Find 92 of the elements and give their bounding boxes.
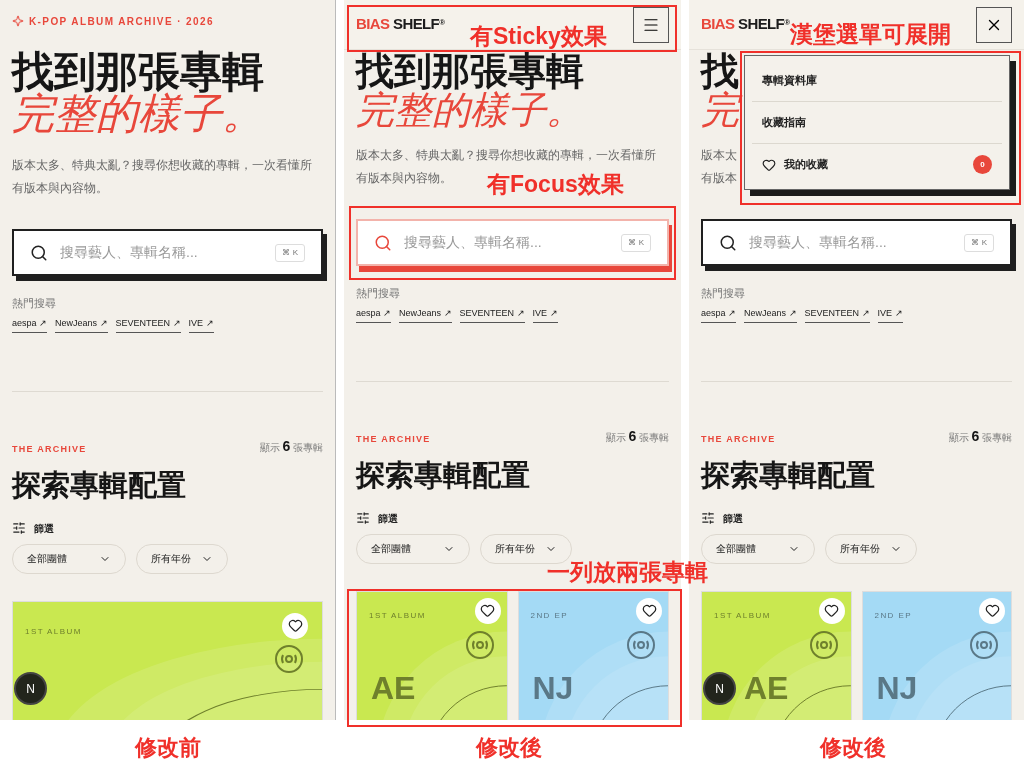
intro-text: 版本太 (701, 147, 737, 164)
count-badge: 0 (973, 155, 992, 174)
search-input[interactable]: 搜尋藝人、專輯名稱... (404, 232, 610, 253)
search-input[interactable]: 搜尋藝人、專輯名稱... (60, 242, 264, 263)
section-title: 探索專輯配置 (701, 457, 876, 493)
menu-item[interactable]: 收藏指南 (752, 102, 1002, 143)
popular-tag[interactable]: aespa ↗ (701, 307, 737, 323)
album-label: 2ND EP (874, 609, 913, 622)
disc-icon (274, 643, 304, 674)
sparkle-icon (12, 15, 24, 27)
annotation-label: 有Sticky效果 (470, 22, 607, 50)
filter-label: 篩選 (723, 511, 743, 526)
disc-icon (808, 629, 839, 660)
heart-icon (480, 603, 495, 618)
cover-title: AE (371, 669, 416, 706)
album-count: 顯示 6 張專輯 (259, 436, 323, 456)
shortcut-hint: ⌘ K (964, 233, 994, 252)
intro-text: 有版本與內容物。 (12, 180, 108, 197)
album-count: 顯示 6 張專輯 (948, 426, 1012, 446)
cover-title: NJ (876, 669, 918, 706)
heart-icon (984, 603, 1000, 618)
disc-icon (969, 629, 999, 660)
shortcut-hint: ⌘ K (275, 243, 305, 262)
heart-icon (762, 157, 776, 172)
caption: 修改前 (135, 733, 201, 762)
popular-tag[interactable]: aespa ↗ (356, 307, 392, 323)
annotation-label: 漢堡選單可展開 (790, 21, 951, 48)
logo[interactable]: BIAS SHELF$^{®}$ (356, 13, 445, 36)
popular-tag[interactable]: IVE ↗ (532, 307, 558, 323)
popular-tag[interactable]: IVE ↗ (188, 317, 214, 333)
hero-title: 找 (701, 52, 739, 90)
search-icon (719, 233, 737, 252)
intro-text: 版本太多、特典太亂？搜尋你想收藏的專輯，一次看懂所 (356, 147, 656, 164)
popular-tag[interactable]: aespa ↗ (12, 317, 48, 333)
hero-subtitle: 完整的樣子。 (12, 93, 264, 136)
filter-label: 篩選 (378, 511, 398, 526)
section-title: 探索專輯配置 (356, 457, 531, 493)
kicker-text: K-POP ALBUM ARCHIVE · 2026 (29, 14, 214, 29)
caption: 修改後 (475, 733, 542, 762)
menu-item[interactable]: 我的收藏 0 (752, 144, 1002, 185)
logo[interactable]: BIAS SHELF$^{®}$ (701, 13, 790, 36)
section-eyebrow: THE ARCHIVE (12, 443, 87, 456)
popular-tag[interactable]: NewJeans ↗ (55, 317, 108, 333)
close-button[interactable] (976, 6, 1012, 43)
menu-item[interactable]: 專輯資料庫 (752, 60, 1002, 101)
intro-text: 有版本與內容物。 (356, 170, 452, 187)
favorite-button[interactable] (282, 612, 308, 639)
popular-tag[interactable]: NewJeans ↗ (744, 307, 797, 323)
album-count: 顯示 6 張專輯 (605, 426, 669, 446)
filter-icon (356, 511, 370, 525)
menu-button[interactable] (633, 6, 669, 43)
popular-tag[interactable]: IVE ↗ (877, 307, 903, 323)
intro-text: 版本太多、特典太亂？搜尋你想收藏的專輯，一次看懂所 (12, 157, 312, 174)
favorite-button[interactable] (818, 597, 845, 624)
annotation-label: 有Focus效果 (487, 170, 624, 198)
filter-label: 篩選 (34, 521, 54, 536)
favorite-button[interactable] (636, 597, 662, 624)
favorite-button[interactable] (474, 597, 501, 624)
search-icon (374, 233, 392, 252)
album-label: 1ST ALBUM (25, 625, 82, 638)
filter-icon (12, 521, 26, 535)
heart-icon (287, 618, 303, 633)
popular-label: 熱門搜尋 (356, 286, 401, 300)
section-eyebrow: THE ARCHIVE (701, 433, 776, 446)
cover-title: NJ (532, 669, 574, 706)
popular-label: 熱門搜尋 (701, 286, 746, 300)
heart-icon (824, 603, 839, 618)
search-icon (30, 243, 48, 262)
hero-subtitle: 完整的樣子。 (356, 90, 584, 130)
menu-item-label: 我的收藏 (784, 157, 828, 173)
intro-text: 有版本 (701, 170, 737, 187)
cover-title: AE (744, 669, 789, 706)
filter-icon (701, 511, 715, 525)
section-eyebrow: THE ARCHIVE (356, 433, 431, 446)
heart-icon (641, 603, 657, 618)
popular-tag[interactable]: SEVENTEEN ↗ (459, 307, 525, 323)
hero-title: 找到那張專輯 (12, 50, 264, 93)
disc-icon (464, 629, 495, 660)
caption: 修改後 (819, 733, 886, 762)
section-title: 探索專輯配置 (12, 467, 187, 503)
hero-title: 找到那張專輯 (356, 52, 584, 90)
popular-tag[interactable]: SEVENTEEN ↗ (804, 307, 870, 323)
popular-tag[interactable]: SEVENTEEN ↗ (115, 317, 181, 333)
album-label: 1ST ALBUM (369, 609, 426, 622)
favorite-button[interactable] (979, 597, 1005, 624)
disc-icon (626, 629, 656, 660)
popular-tag[interactable]: NewJeans ↗ (399, 307, 452, 323)
shortcut-hint: ⌘ K (621, 233, 651, 252)
album-label: 2ND EP (530, 609, 569, 622)
search-input[interactable]: 搜尋藝人、專輯名稱... (749, 232, 953, 253)
popular-label: 熱門搜尋 (12, 296, 57, 310)
album-label: 1ST ALBUM (714, 609, 771, 622)
